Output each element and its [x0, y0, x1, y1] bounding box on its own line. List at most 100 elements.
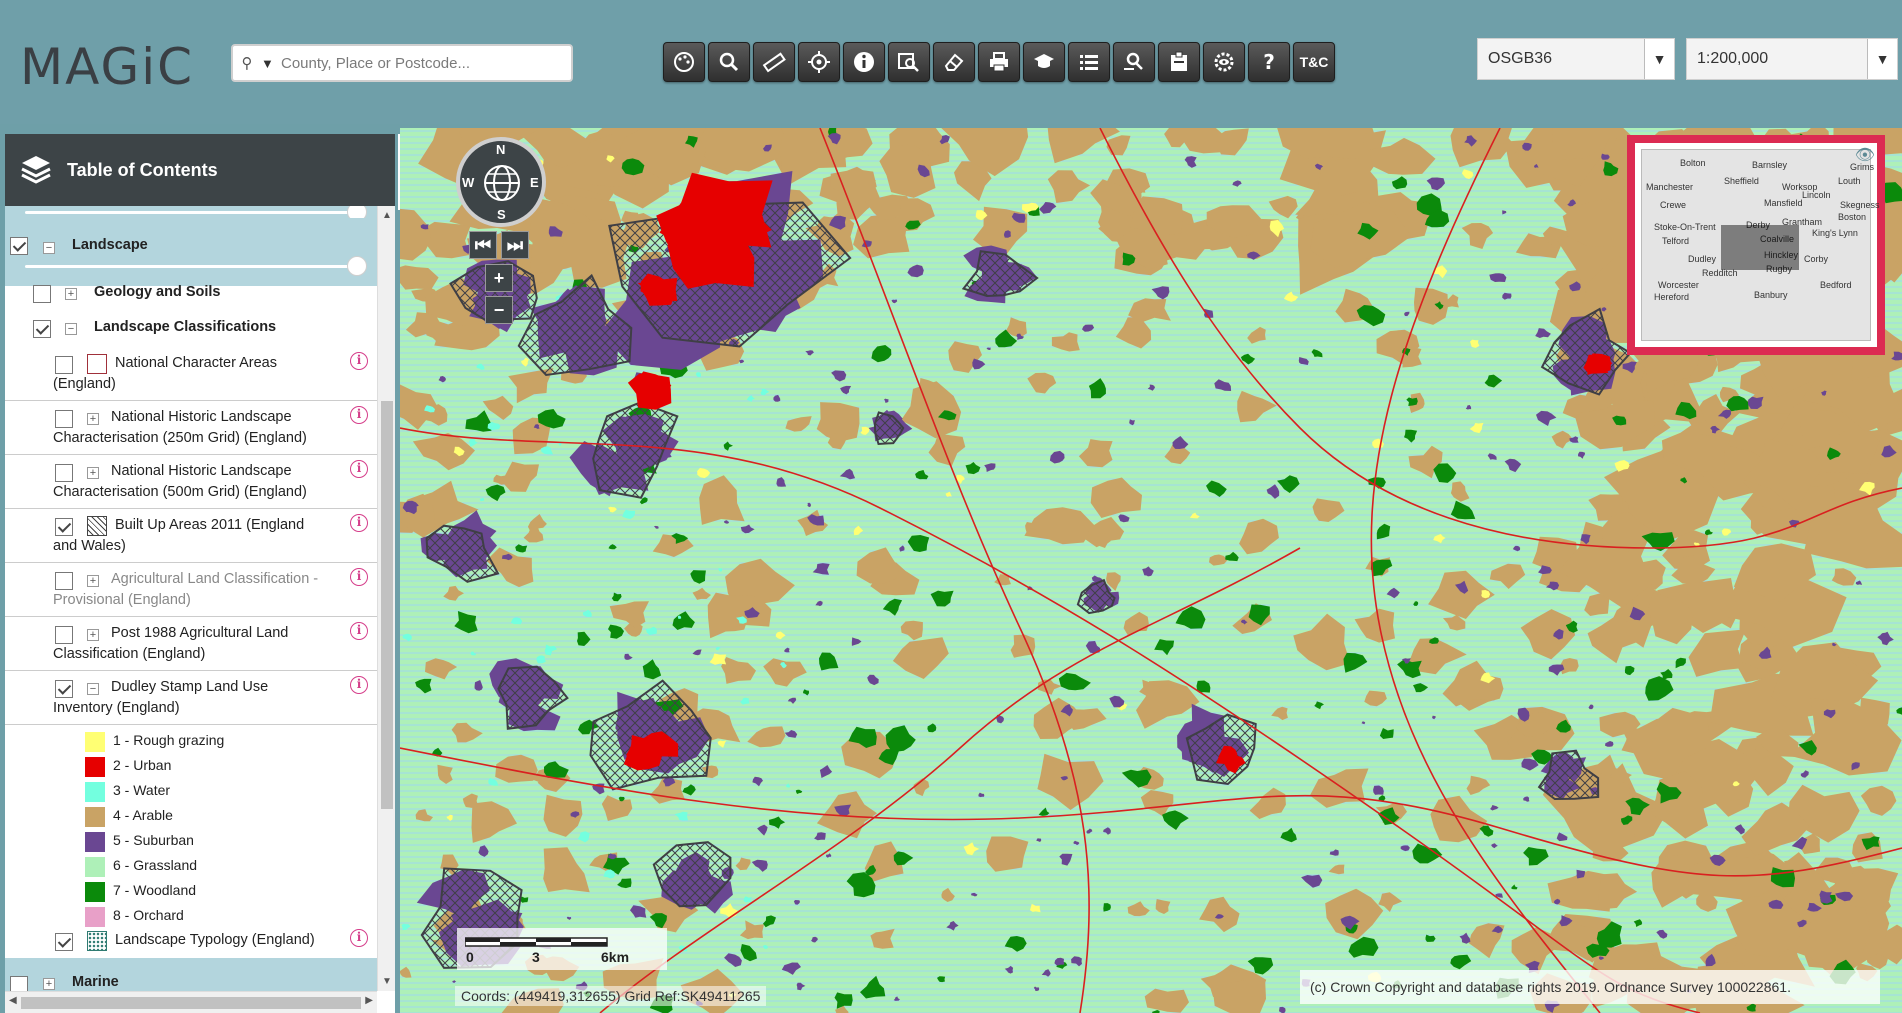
east-label[interactable]: E [530, 175, 539, 190]
terms-button[interactable]: T&C [1293, 42, 1335, 82]
info-icon[interactable]: i [350, 514, 368, 532]
info-icon[interactable]: i [350, 622, 368, 640]
north-label[interactable]: N [496, 142, 505, 157]
layer-expand-toggle[interactable]: + [87, 467, 99, 479]
info-icon[interactable]: i [350, 460, 368, 478]
help-button[interactable]: ? [1248, 42, 1290, 82]
search-input[interactable] [281, 54, 561, 72]
overview-town-label: Corby [1804, 254, 1829, 264]
previous-extent-button[interactable]: ⏮ [469, 231, 497, 259]
overview-town-label: Bedford [1820, 280, 1852, 290]
west-label[interactable]: W [462, 175, 474, 190]
scale-select[interactable]: 1:200,000 ▼ [1686, 38, 1898, 80]
search-type-dropdown[interactable]: ▼ [261, 56, 281, 71]
query-tool-button[interactable] [888, 42, 930, 82]
layer-checkbox[interactable] [55, 410, 73, 428]
layer-checkbox[interactable] [55, 518, 73, 536]
layer-checkbox[interactable] [55, 680, 73, 698]
scroll-thumb[interactable] [21, 997, 361, 1009]
eye-icon[interactable]: 👁 [1855, 145, 1875, 165]
chevron-down-icon[interactable]: ▼ [1644, 39, 1674, 79]
chevron-down-icon[interactable]: ▼ [1867, 39, 1897, 79]
landscape-classifications-checkbox[interactable] [33, 320, 51, 338]
layer-checkbox[interactable] [55, 933, 73, 951]
palette-icon [674, 52, 694, 72]
zoom-out-button[interactable]: − [485, 296, 513, 324]
landscape-opacity-slider[interactable] [25, 256, 367, 276]
globe-icon [484, 165, 520, 201]
scroll-down-arrow[interactable]: ▼ [378, 976, 395, 987]
geology-soils-expand-toggle[interactable]: + [65, 288, 77, 300]
search-list-icon [1124, 52, 1143, 70]
projection-value: OSGB36 [1488, 50, 1553, 67]
layer-expand-toggle[interactable]: + [87, 413, 99, 425]
scale-tick-0: 0 [466, 949, 474, 965]
marine-checkbox[interactable] [10, 976, 28, 991]
legend-label: 7 - Woodland [113, 882, 197, 898]
toc-vertical-scrollbar[interactable]: ▲ ▼ [377, 206, 395, 991]
info-icon[interactable]: i [350, 352, 368, 370]
landscape-checkbox[interactable] [10, 237, 28, 255]
info-icon[interactable]: i [350, 929, 368, 947]
marine-expand-toggle[interactable]: + [43, 978, 55, 990]
landscape-classifications-label[interactable]: Landscape Classifications [94, 316, 276, 338]
layer-label: Built Up Areas 2011 (England [115, 517, 305, 533]
layer-collapse-toggle[interactable]: − [87, 683, 99, 695]
terms-label: T&C [1299, 54, 1329, 70]
slider-handle[interactable] [347, 256, 367, 276]
search-results-button[interactable] [1113, 42, 1155, 82]
geology-soils-label[interactable]: Geology and Soils [94, 281, 221, 303]
svg-text:?: ? [1263, 50, 1275, 74]
overview-map[interactable]: Bolton Barnsley Grims Manchester Sheffield Wo… [1627, 135, 1885, 355]
legend-label: 2 - Urban [113, 757, 172, 773]
legend-swatch [85, 807, 105, 827]
info-icon[interactable]: i [350, 568, 368, 586]
layer-checkbox[interactable] [55, 464, 73, 482]
south-label[interactable]: S [497, 207, 506, 222]
scroll-right-arrow[interactable]: ▶ [365, 995, 373, 1006]
opacity-slider[interactable] [25, 206, 367, 222]
overview-extent-box[interactable] [1721, 225, 1799, 270]
legend-swatch [85, 757, 105, 777]
layer-expand-toggle[interactable]: + [87, 629, 99, 641]
geology-soils-checkbox[interactable] [33, 285, 51, 303]
settings-tool-button[interactable] [1203, 42, 1245, 82]
scroll-up-arrow[interactable]: ▲ [378, 210, 395, 221]
overview-town-label: Dudley [1688, 254, 1717, 264]
landscape-collapse-toggle[interactable]: − [43, 242, 55, 254]
zoom-in-button[interactable]: + [485, 264, 513, 292]
header-bar: MAGiC ⚲ ▼ ? T&C OSGB36 ▼ 1:200,000 ▼ [0, 0, 1902, 124]
app-logo[interactable]: MAGiC [20, 38, 194, 96]
locate-tool-button[interactable] [798, 42, 840, 82]
row-divider [5, 562, 377, 563]
list-tool-button[interactable] [1068, 42, 1110, 82]
info-icon[interactable]: i [350, 406, 368, 424]
legend-label: 5 - Suburban [113, 832, 194, 848]
projection-select[interactable]: OSGB36 ▼ [1477, 38, 1675, 80]
scroll-left-arrow[interactable]: ◀ [9, 995, 17, 1006]
compass-pan-control[interactable]: N S E W [456, 137, 546, 227]
next-extent-button[interactable]: ⏭ [501, 231, 529, 259]
overview-town-label: Barnsley [1752, 160, 1788, 170]
layer-checkbox[interactable] [55, 626, 73, 644]
landscape-classifications-collapse-toggle[interactable]: − [65, 323, 77, 335]
measure-tool-button[interactable] [753, 42, 795, 82]
overview-town-label: Mansfield [1764, 198, 1803, 208]
layer-checkbox[interactable] [55, 356, 73, 374]
search-tool-button[interactable] [708, 42, 750, 82]
layer-label: National Historic Landscape [111, 409, 292, 425]
layers-tool-button[interactable] [663, 42, 705, 82]
bookmark-tool-button[interactable] [1158, 42, 1200, 82]
place-search-box[interactable]: ⚲ ▼ [231, 44, 573, 82]
identify-tool-button[interactable] [843, 42, 885, 82]
scroll-thumb[interactable] [381, 401, 393, 809]
layer-checkbox[interactable] [55, 572, 73, 590]
layer-label: National Historic Landscape [111, 463, 292, 479]
print-tool-button[interactable] [978, 42, 1020, 82]
toc-horizontal-scrollbar[interactable]: ◀ ▶ [5, 991, 377, 1013]
info-icon[interactable]: i [350, 676, 368, 694]
landscape-group-label: Landscape [72, 237, 148, 253]
layer-expand-toggle[interactable]: + [87, 575, 99, 587]
help-guide-button[interactable] [1023, 42, 1065, 82]
erase-tool-button[interactable] [933, 42, 975, 82]
